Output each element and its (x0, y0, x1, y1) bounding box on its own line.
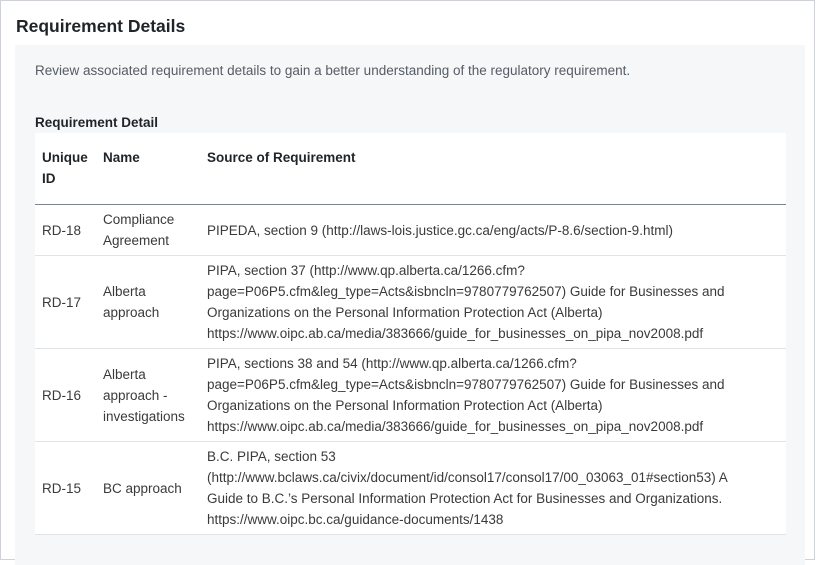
page-title: Requirement Details (16, 16, 186, 36)
row-source: B.C. PIPA, section 53 (http://www.bclaws… (200, 441, 786, 535)
table-row[interactable]: RD-16 Alberta approach - investigations … (35, 348, 786, 442)
column-header-source[interactable]: Source of Requirement (200, 133, 786, 205)
row-unique-id: RD-17 (35, 255, 96, 349)
requirement-table: Unique ID Name Source of Requirement RD-… (35, 133, 786, 535)
row-name: BC approach (96, 441, 200, 535)
description-text: Review associated requirement details to… (35, 63, 631, 78)
row-name: Alberta approach - investigations (96, 348, 200, 442)
table-row[interactable]: RD-17 Alberta approach PIPA, section 37 … (35, 255, 786, 349)
table-row[interactable]: RD-18 Compliance Agreement PIPEDA, secti… (35, 204, 786, 256)
row-source: PIPA, section 37 (http://www.qp.alberta.… (200, 255, 786, 349)
row-unique-id: RD-15 (35, 441, 96, 535)
column-header-unique-id[interactable]: Unique ID (35, 133, 96, 205)
table-header-row: Unique ID Name Source of Requirement (35, 133, 786, 205)
column-header-name[interactable]: Name (96, 133, 200, 205)
row-unique-id: RD-18 (35, 204, 96, 256)
row-name: Alberta approach (96, 255, 200, 349)
table-row[interactable]: RD-15 BC approach B.C. PIPA, section 53 … (35, 441, 786, 535)
row-source: PIPA, sections 38 and 54 (http://www.qp.… (200, 348, 786, 442)
section-label: Requirement Detail (35, 115, 159, 130)
row-name: Compliance Agreement (96, 204, 200, 256)
row-source: PIPEDA, section 9 (http://laws-lois.just… (200, 204, 786, 256)
requirement-details-panel: Review associated requirement details to… (15, 45, 805, 565)
requirement-table-container: Unique ID Name Source of Requirement RD-… (35, 133, 786, 535)
requirement-details-card: Requirement Details Review associated re… (0, 0, 815, 565)
row-unique-id: RD-16 (35, 348, 96, 442)
